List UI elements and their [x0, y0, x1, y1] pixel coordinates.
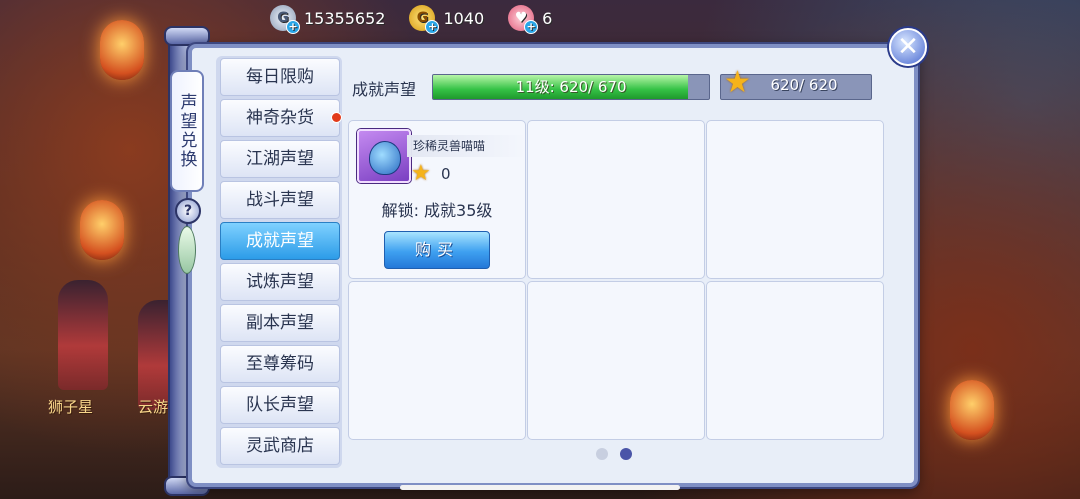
lantern-decoration: [100, 20, 144, 80]
npc-figure[interactable]: [58, 280, 108, 390]
shop-item-cell-empty: [706, 120, 884, 279]
currency-value: 1040: [443, 8, 485, 28]
menu-item-supreme-chips[interactable]: 至尊筹码: [220, 345, 340, 383]
npc-name: 云游: [138, 398, 169, 416]
lantern-decoration: [950, 380, 994, 440]
item-bag-icon[interactable]: [357, 129, 411, 183]
menu-item-label: 成就声望: [246, 231, 314, 251]
currency-value: 15355652: [304, 8, 386, 28]
shop-item-cell[interactable]: 珍稀灵兽喵喵 ★ 0 解锁: 成就35级 购买: [348, 120, 527, 279]
menu-item-label: 江湖声望: [246, 149, 314, 169]
menu-item-label: 副本声望: [246, 313, 314, 333]
menu-item-label: 每日限购: [246, 67, 314, 87]
item-unlock-requirement: 解锁: 成就35级: [381, 201, 493, 220]
shop-item-cell-empty: [348, 281, 526, 440]
reputation-progress-bar: 11级: 620/ 670: [432, 74, 710, 100]
menu-item-daily-limit[interactable]: 每日限购: [220, 58, 340, 96]
heart-icon[interactable]: ♥ +: [508, 5, 539, 34]
help-button[interactable]: ?: [175, 198, 201, 224]
menu-item-achievement-reputation[interactable]: 成就声望: [220, 222, 340, 260]
menu-item-magic-goods[interactable]: 神奇杂货: [220, 99, 342, 137]
menu-item-battle-reputation[interactable]: 战斗声望: [220, 181, 340, 219]
shop-item-cell-empty: [527, 281, 705, 440]
item-cost: 0: [441, 165, 451, 183]
silver-coin-icon[interactable]: G +: [270, 5, 300, 34]
home-indicator[interactable]: [400, 485, 680, 490]
page-indicator-1[interactable]: [596, 448, 608, 460]
bag-shape: [369, 141, 401, 175]
menu-item-label: 试炼声望: [246, 272, 314, 292]
menu-item-spirit-weapon-shop[interactable]: 灵武商店: [220, 427, 340, 465]
npc-name: 狮子星: [48, 398, 94, 416]
menu-item-trial-reputation[interactable]: 试炼声望: [220, 263, 340, 301]
add-icon[interactable]: +: [524, 20, 539, 34]
currency-bar: G + 15355652 G + 1040 ♥ + 6: [270, 4, 553, 34]
reputation-label: 成就声望: [352, 80, 417, 99]
currency-value: 6: [542, 8, 553, 28]
feather-icon: [178, 226, 196, 274]
star-count-text: 620/ 620: [770, 76, 838, 94]
menu-item-label: 战斗声望: [246, 190, 314, 210]
tab-reputation-exchange[interactable]: 声望兑换: [170, 70, 204, 192]
star-icon: ★: [411, 161, 431, 186]
shop-item-cell-empty: [527, 120, 705, 279]
currency-silver: G + 15355652: [270, 5, 386, 34]
scroll-cap-decoration: [164, 26, 210, 46]
shop-item-cell-empty: [706, 281, 884, 440]
menu-item-label: 至尊筹码: [246, 354, 314, 374]
menu-item-label: 队长声望: [246, 395, 314, 415]
menu-item-dungeon-reputation[interactable]: 副本声望: [220, 304, 340, 342]
menu-item-label: 神奇杂货: [246, 108, 314, 128]
page-indicator-2[interactable]: [620, 448, 632, 460]
currency-gold: G + 1040: [409, 5, 485, 34]
gold-coin-icon[interactable]: G +: [409, 5, 440, 34]
category-menu: 每日限购 神奇杂货 江湖声望 战斗声望 成就声望 试炼声望 副本声望 至尊筹码 …: [216, 56, 342, 468]
buy-button[interactable]: 购买: [384, 231, 490, 269]
progress-text: 11级: 620/ 670: [515, 78, 627, 96]
add-icon[interactable]: +: [286, 20, 300, 34]
menu-item-label: 灵武商店: [246, 436, 314, 456]
lantern-decoration: [80, 200, 124, 260]
add-icon[interactable]: +: [425, 20, 440, 34]
menu-item-jianghu-reputation[interactable]: 江湖声望: [220, 140, 340, 178]
currency-heart: ♥ + 6: [508, 5, 553, 34]
notification-dot: [331, 112, 342, 123]
item-name: 珍稀灵兽喵喵: [407, 135, 527, 157]
close-button[interactable]: ✕: [889, 28, 927, 66]
menu-item-captain-reputation[interactable]: 队长声望: [220, 386, 340, 424]
